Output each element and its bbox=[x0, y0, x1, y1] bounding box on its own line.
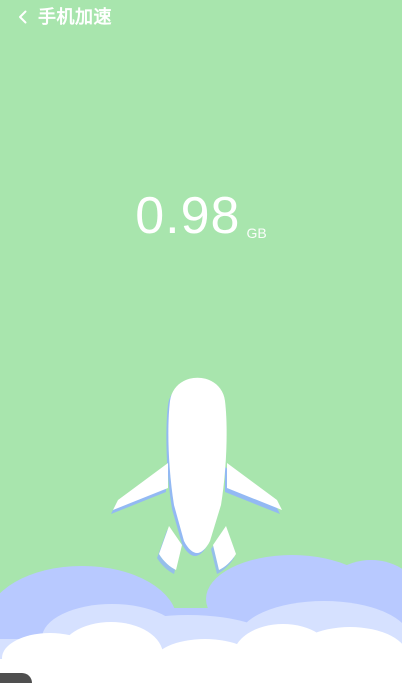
top-bar: 手机加速 bbox=[0, 0, 402, 34]
airplane-icon bbox=[111, 377, 282, 574]
back-button[interactable] bbox=[12, 6, 34, 28]
chevron-left-icon bbox=[17, 10, 29, 24]
page-title: 手机加速 bbox=[38, 7, 112, 27]
memory-unit: GB bbox=[246, 225, 267, 241]
memory-value: 0.98 bbox=[135, 187, 241, 245]
bottom-left-indicator bbox=[0, 673, 32, 683]
memory-stat: 0.98 GB bbox=[0, 190, 402, 242]
airplane-scene bbox=[0, 363, 402, 683]
